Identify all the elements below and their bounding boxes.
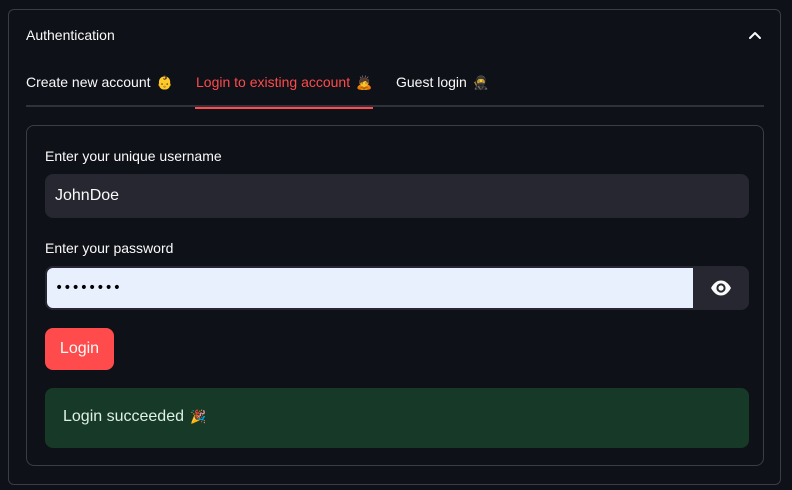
login-form: Enter your unique username Enter your pa…: [26, 125, 764, 466]
party-popper-icon: 🎉: [189, 410, 207, 425]
password-field: [45, 266, 749, 310]
alert-message: Login succeeded 🎉: [63, 408, 206, 426]
authentication-expander: Authentication Create new account 👶 Login…: [8, 9, 781, 485]
eye-icon: [711, 280, 731, 296]
chevron-up-icon[interactable]: [748, 29, 762, 41]
expander-header[interactable]: Authentication: [9, 10, 780, 60]
tab-label: Create new account: [26, 74, 151, 90]
tab-label: Guest login: [396, 74, 467, 90]
tab-label: Login to existing account: [196, 74, 351, 90]
success-alert: Login succeeded 🎉: [45, 388, 749, 448]
password-input[interactable]: [45, 266, 693, 310]
expander-title: Authentication: [26, 27, 115, 43]
active-tab-indicator: [195, 107, 374, 109]
username-label: Enter your unique username: [45, 148, 222, 164]
username-input[interactable]: [45, 174, 749, 218]
baby-emoji-icon: 👶: [156, 76, 173, 91]
bowing-person-emoji-icon: 🙇: [356, 76, 373, 91]
login-button[interactable]: Login: [45, 328, 114, 370]
show-password-button[interactable]: [693, 266, 749, 310]
password-label: Enter your password: [45, 240, 174, 256]
tab-login-existing[interactable]: Login to existing account 🙇: [195, 66, 374, 109]
alert-text: Login succeeded: [63, 408, 184, 425]
ninja-emoji-icon: 🥷: [472, 76, 490, 91]
tab-create-account[interactable]: Create new account 👶: [26, 66, 173, 107]
tab-guest-login[interactable]: Guest login 🥷: [396, 66, 489, 107]
tab-bar: Create new account 👶 Login to existing ac…: [26, 66, 764, 109]
